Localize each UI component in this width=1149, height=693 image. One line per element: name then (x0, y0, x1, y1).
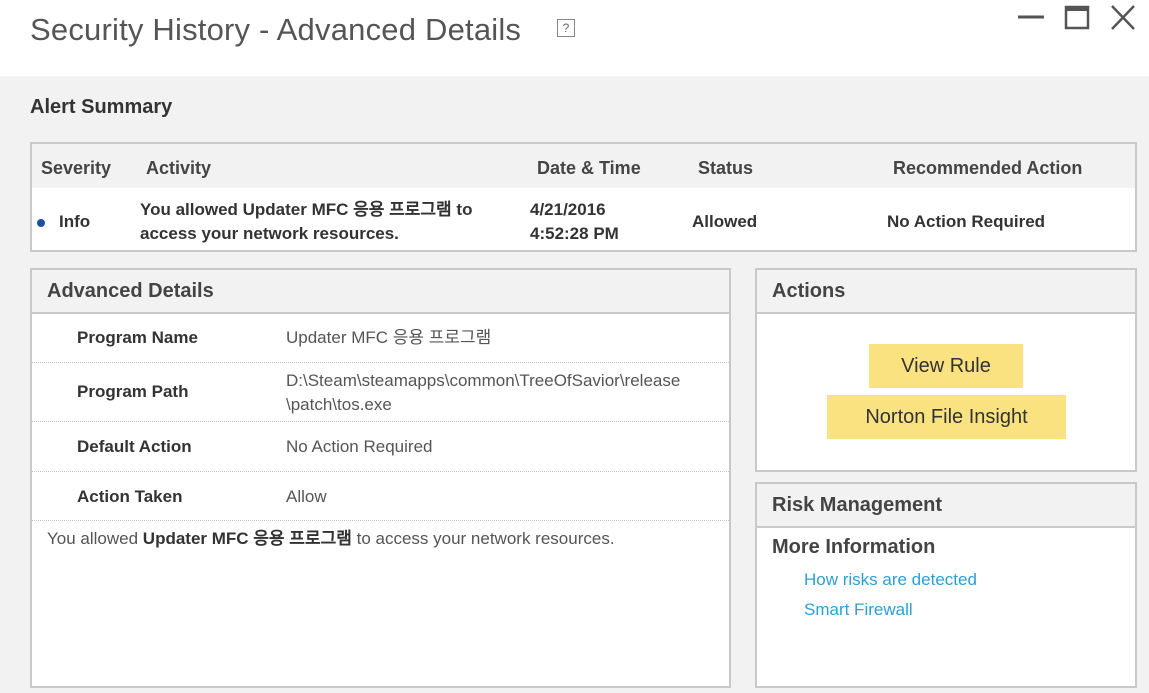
program-path-label: Program Path (77, 382, 189, 401)
detail-description: You allowed Updater MFC 응용 프로그램 to acces… (47, 524, 615, 549)
column-status: Status (698, 158, 754, 178)
detail-row-program-path: Program Path D:\Steam\steamapps\common\T… (32, 363, 729, 422)
activity-line-1: You allowed Updater MFC 응용 프로그램 to (140, 200, 473, 219)
how-risks-detected-link[interactable]: How risks are detected (804, 570, 977, 590)
date-value: 4/21/2016 (530, 200, 606, 219)
advanced-details-panel: Advanced Details Program Name Updater MF… (30, 268, 731, 688)
note-prefix: You allowed (47, 529, 143, 548)
title-bar: Security History - Advanced Details ? (0, 0, 1149, 76)
column-activity: Activity (146, 158, 212, 178)
program-name-label: Program Name (77, 328, 198, 347)
status-value: Allowed (692, 212, 758, 231)
detail-row-default-action: Default Action No Action Required (32, 422, 729, 472)
activity-value: You allowed Updater MFC 응용 프로그램 to acces… (140, 198, 472, 246)
window-title: Security History - Advanced Details (30, 12, 522, 47)
action-taken-label: Action Taken (77, 487, 183, 506)
severity-value: Info (59, 212, 91, 231)
detail-row-program-name: Program Name Updater MFC 응용 프로그램 (32, 314, 729, 363)
close-icon (1111, 5, 1135, 30)
maximize-icon (1064, 5, 1090, 30)
table-header: Severity Activity Date & Time Status Rec… (32, 144, 1135, 188)
more-information-heading: More Information (772, 536, 936, 558)
advanced-details-heading: Advanced Details (32, 270, 729, 314)
default-action-value: No Action Required (286, 437, 433, 456)
detail-row-action-taken: Action Taken Allow (32, 472, 729, 521)
actions-heading: Actions (757, 270, 1135, 314)
minimize-icon (1018, 15, 1044, 19)
alert-summary-table: Severity Activity Date & Time Status Rec… (30, 142, 1137, 252)
risk-management-heading: Risk Management (757, 484, 1135, 528)
activity-line-2: access your network resources. (140, 224, 399, 243)
risk-management-panel: Risk Management More Information How ris… (755, 482, 1137, 688)
actions-panel: Actions View Rule Norton File Insight (755, 268, 1137, 472)
note-program: Updater MFC 응용 프로그램 (142, 529, 352, 548)
help-icon[interactable]: ? (557, 19, 575, 37)
default-action-label: Default Action (77, 437, 192, 456)
time-value: 4:52:28 PM (530, 224, 619, 243)
close-button[interactable] (1108, 4, 1138, 32)
datetime-value: 4/21/2016 4:52:28 PM (530, 198, 619, 246)
program-path-value: D:\Steam\steamapps\common\TreeOfSavior\r… (286, 369, 726, 417)
norton-file-insight-button[interactable]: Norton File Insight (827, 395, 1066, 439)
severity-dot-icon (37, 219, 45, 227)
program-path-line-1: D:\Steam\steamapps\common\TreeOfSavior\r… (286, 371, 681, 390)
view-rule-button[interactable]: View Rule (869, 344, 1023, 388)
note-suffix: to access your network resources. (351, 529, 615, 548)
column-severity: Severity (41, 158, 112, 178)
recommended-action-value: No Action Required (887, 212, 1046, 231)
minimize-button[interactable] (1016, 4, 1046, 32)
program-path-line-2: \patch\tos.exe (286, 395, 392, 414)
action-taken-value: Allow (286, 487, 327, 506)
alert-summary-heading: Alert Summary (30, 96, 173, 118)
smart-firewall-link[interactable]: Smart Firewall (804, 600, 913, 620)
column-datetime: Date & Time (537, 158, 641, 178)
column-recommended-action: Recommended Action (893, 158, 1083, 178)
program-name-value: Updater MFC 응용 프로그램 (286, 328, 492, 347)
maximize-button[interactable] (1062, 4, 1092, 32)
